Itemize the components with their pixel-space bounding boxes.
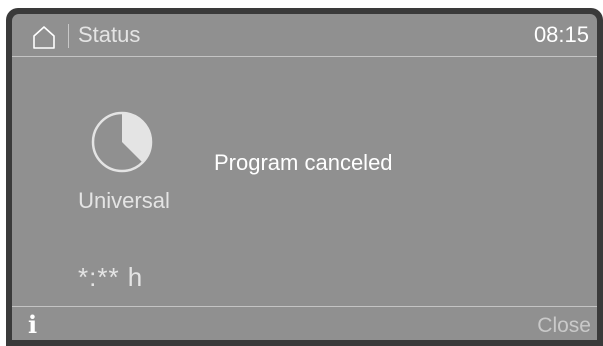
clock-time: 08:15 (533, 22, 589, 47)
remaining-time-display: *:** h (78, 262, 144, 292)
status-header: Status 08:15 (12, 14, 597, 56)
info-icon[interactable]: i (28, 312, 48, 338)
home-icon[interactable] (32, 25, 56, 49)
status-message: Program canceled (214, 150, 393, 175)
program-name: Universal (78, 188, 170, 213)
header-separator-line (12, 56, 597, 57)
footer-separator-line (12, 306, 597, 307)
header-divider (68, 24, 69, 48)
display-screen: Status 08:15 Universal Program canceled … (12, 14, 597, 340)
close-button[interactable]: Close (537, 314, 591, 338)
page-title: Status (78, 22, 141, 47)
universal-program-icon (91, 111, 153, 173)
device-bezel: Status 08:15 Universal Program canceled … (6, 8, 603, 346)
